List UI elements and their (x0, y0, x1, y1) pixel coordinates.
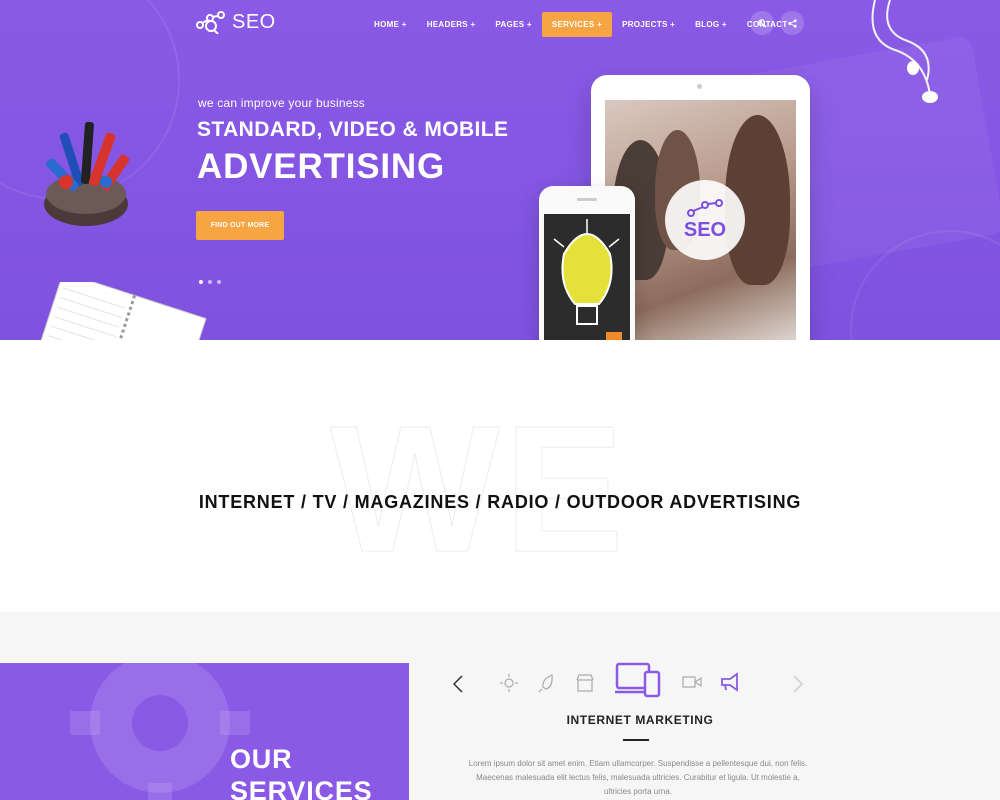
search-icon (757, 18, 767, 28)
menu-item-projects[interactable]: PROJECTS + (612, 12, 685, 37)
service-title: INTERNET MARKETING (566, 713, 714, 727)
heading-line: SERVICES (230, 776, 373, 800)
service-icons-carousel (440, 660, 820, 706)
menu-item-home[interactable]: HOME + (364, 12, 417, 37)
share-button[interactable] (780, 11, 804, 35)
find-out-more-button[interactable]: FIND OUT MORE (196, 211, 284, 240)
video-icon[interactable] (682, 675, 702, 689)
hero-title-line2: ADVERTISING (197, 147, 445, 186)
sun-icon[interactable] (500, 674, 518, 692)
our-services-heading: OUR SERVICES (230, 743, 372, 800)
hero-title-line1: STANDARD, VIDEO & MOBILE (197, 118, 509, 141)
phone-speaker (577, 198, 597, 201)
devices-icon[interactable] (615, 662, 661, 698)
logo-icon (196, 11, 225, 34)
slider-dot[interactable] (217, 280, 221, 284)
service-title-underline (623, 739, 649, 741)
media-channels-strip: INTERNET / TV / MAGAZINES / RADIO / OUTD… (198, 492, 802, 512)
seo-badge-text: SEO (683, 218, 727, 241)
shop-icon[interactable] (576, 674, 594, 692)
search-button[interactable] (750, 11, 774, 35)
megaphone-icon[interactable] (720, 672, 740, 692)
tablet-camera (697, 84, 702, 89)
main-menu: HOME + HEADERS + PAGES + SERVICES + PROJ… (364, 12, 798, 37)
logo[interactable]: SEO (196, 10, 276, 34)
service-description: Lorem ipsum dolor sit amet enim. Etiam u… (468, 759, 808, 796)
menu-item-blog[interactable]: BLOG + (685, 12, 737, 37)
top-navigation: SEO HOME + HEADERS + PAGES + SERVICES + … (0, 0, 1000, 48)
menu-item-services[interactable]: SERVICES + (541, 12, 613, 37)
seo-badge: SEO (665, 180, 745, 260)
chevron-left-icon[interactable] (452, 674, 464, 694)
heading-line: OUR (230, 744, 293, 774)
chevron-right-icon[interactable] (792, 674, 804, 694)
rocket-icon[interactable] (538, 673, 556, 693)
we-section: WE INTERNET / TV / MAGAZINES / RADIO / O… (0, 340, 1000, 612)
hero-subtitle: we can improve your business (198, 96, 366, 110)
slider-dot[interactable] (208, 280, 212, 284)
share-icon (787, 18, 797, 28)
menu-item-pages[interactable]: PAGES + (485, 12, 541, 37)
seo-logo-icon (687, 198, 723, 217)
we-background-word: WE (330, 389, 628, 590)
our-services-panel: OUR SERVICES (0, 663, 409, 800)
menu-item-headers[interactable]: HEADERS + (417, 12, 486, 37)
page: SEO HOME + HEADERS + PAGES + SERVICES + … (0, 0, 1000, 800)
pen-cup-image (44, 121, 130, 226)
logo-text: SEO (232, 10, 276, 33)
earphones-image (871, 0, 938, 103)
